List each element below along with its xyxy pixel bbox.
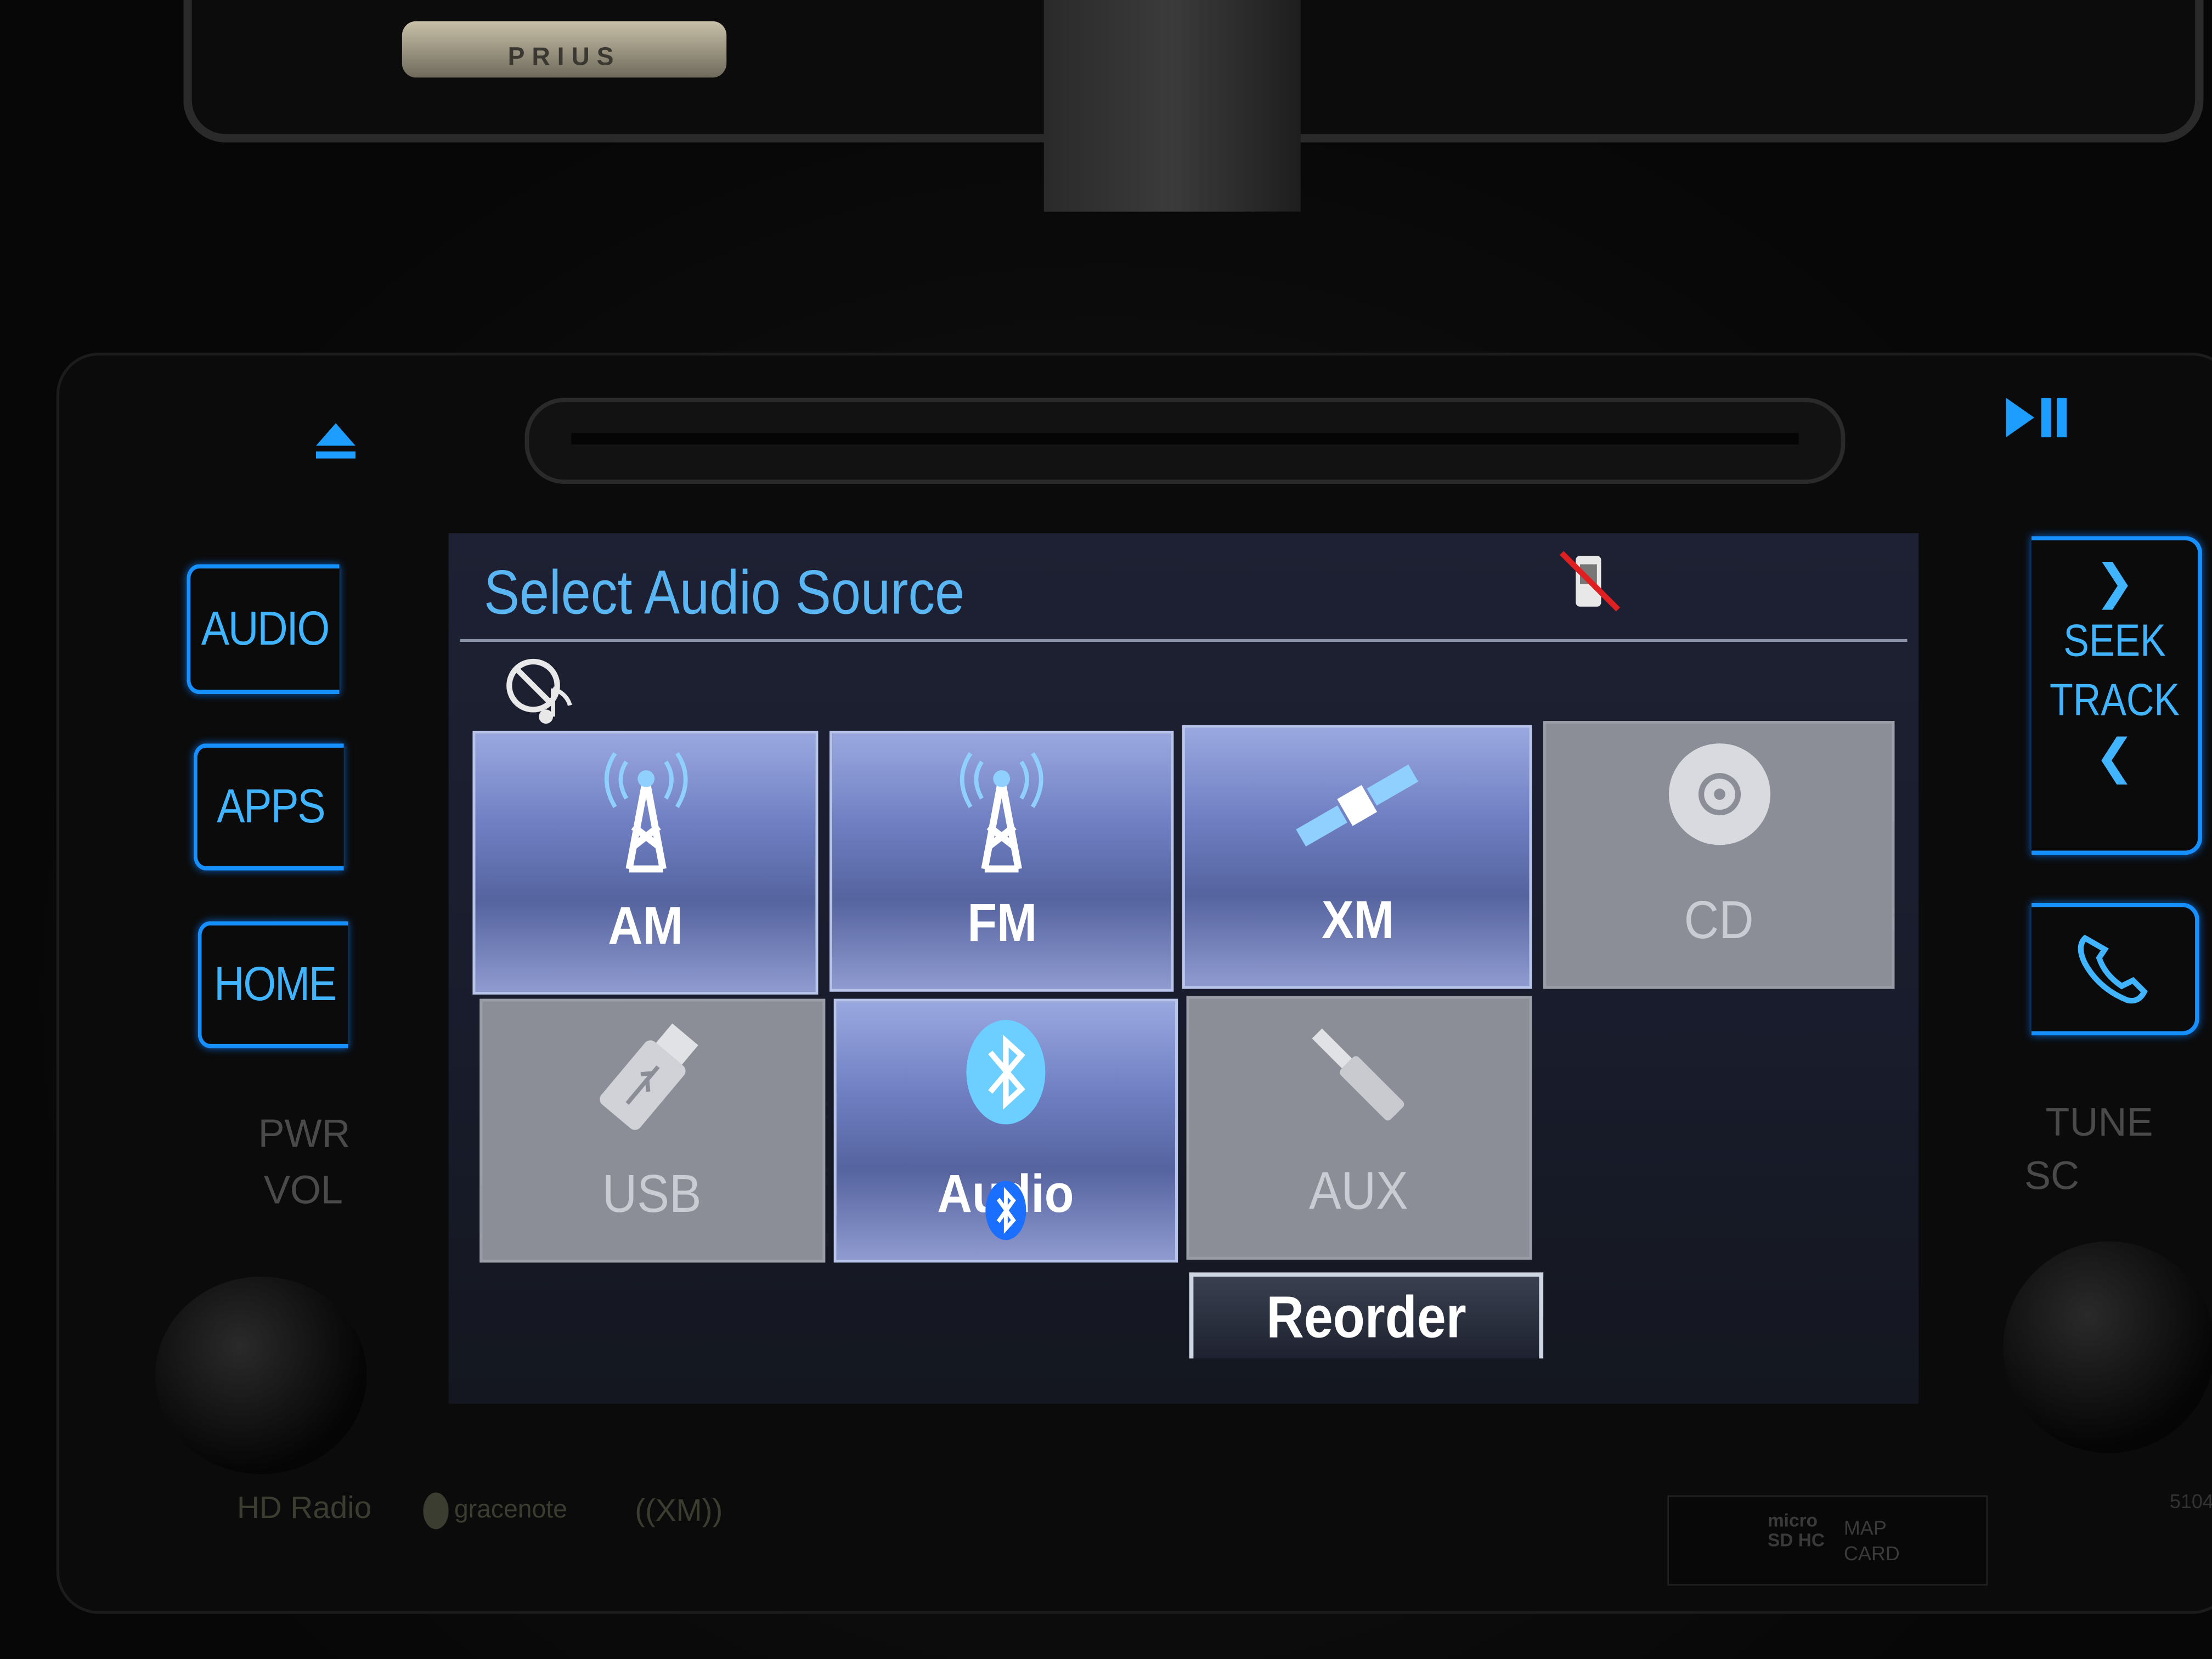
music-off-icon: [506, 658, 572, 724]
source-usb[interactable]: USB: [479, 998, 826, 1263]
seek-label: SEEK: [2063, 615, 2166, 666]
page-title: Select Audio Source: [483, 558, 965, 628]
home-label: HOME: [214, 957, 337, 1011]
source-label: USB: [602, 1165, 702, 1224]
phone-disconnected-icon: [1559, 551, 1621, 612]
source-cd[interactable]: CD: [1543, 720, 1895, 989]
usb-icon: [599, 1023, 698, 1130]
bluetooth-small-icon: [985, 1181, 1026, 1240]
source-xm[interactable]: XM: [1182, 725, 1532, 989]
pwr-label: PWR: [258, 1111, 351, 1155]
reorder-button[interactable]: Reorder: [1189, 1272, 1544, 1359]
source-label: XM: [1321, 891, 1393, 951]
apps-label: APPS: [217, 779, 325, 833]
apps-button[interactable]: APPS: [193, 743, 344, 871]
cd-slot: [524, 398, 1846, 484]
card-label: CARD: [1843, 1542, 1900, 1565]
disc-icon: [1668, 743, 1770, 845]
phone-icon: [2078, 934, 2148, 1004]
reorder-label: Reorder: [1266, 1283, 1466, 1350]
eject-icon: [315, 423, 356, 459]
chevron-right-icon: ❯: [2094, 556, 2135, 610]
serial-number: 5104: [2169, 1489, 2212, 1513]
prius-badge: PRIUS: [402, 21, 727, 78]
bluetooth-icon: [966, 1020, 1046, 1125]
vol-label: VOL: [263, 1168, 343, 1212]
hd-radio-logo: HD Radio: [236, 1489, 372, 1525]
microsd-logo: micro SD HC: [1767, 1509, 1825, 1550]
play-pause-button[interactable]: [2003, 395, 2070, 447]
map-card-slot: micro SD HC MAP CARD: [1667, 1495, 1988, 1586]
header-divider: [460, 639, 1908, 642]
chevron-left-icon: ❮: [2094, 730, 2135, 785]
volume-knob[interactable]: [155, 1277, 367, 1475]
source-label: FM: [967, 894, 1037, 954]
satellite-icon: [1296, 764, 1419, 847]
source-label: CD: [1684, 891, 1754, 951]
eject-button[interactable]: [313, 417, 358, 472]
gracenote-logo: gracenote: [423, 1492, 567, 1530]
aux-jack-icon: [1311, 1028, 1403, 1121]
audio-label: AUDIO: [201, 601, 330, 656]
source-bluetooth-audio[interactable]: Audio: [833, 998, 1178, 1263]
map-label: MAP: [1843, 1516, 1887, 1539]
tune-label: TUNE: [2045, 1100, 2153, 1144]
phone-button[interactable]: [2031, 902, 2199, 1036]
home-button[interactable]: HOME: [198, 921, 348, 1048]
source-aux[interactable]: AUX: [1186, 996, 1532, 1260]
scroll-label: SC: [2024, 1154, 2080, 1198]
track-label: TRACK: [2049, 674, 2180, 725]
radio-tower-icon: [960, 752, 1043, 873]
source-fm[interactable]: FM: [829, 730, 1174, 992]
source-label: AUX: [1310, 1162, 1409, 1222]
audio-button[interactable]: AUDIO: [187, 564, 340, 695]
tune-knob[interactable]: [2003, 1241, 2212, 1453]
seek-track-button[interactable]: ❯ SEEK TRACK ❮: [2031, 536, 2202, 855]
touchscreen: Select Audio Source AM FM XM CD USB Audi…: [448, 533, 1919, 1404]
source-label: AM: [607, 897, 683, 957]
xm-logo: ((XM)): [635, 1492, 723, 1528]
phone-mount-clip: [1043, 0, 1301, 212]
radio-tower-icon: [603, 752, 687, 873]
head-unit: PRIUS AUDIO APPS HOME PWR VOL TUNE SC ❯ …: [0, 0, 2212, 1659]
gracenote-text: gracenote: [454, 1495, 567, 1523]
source-am[interactable]: AM: [472, 730, 819, 995]
play-pause-icon: [2006, 398, 2067, 438]
